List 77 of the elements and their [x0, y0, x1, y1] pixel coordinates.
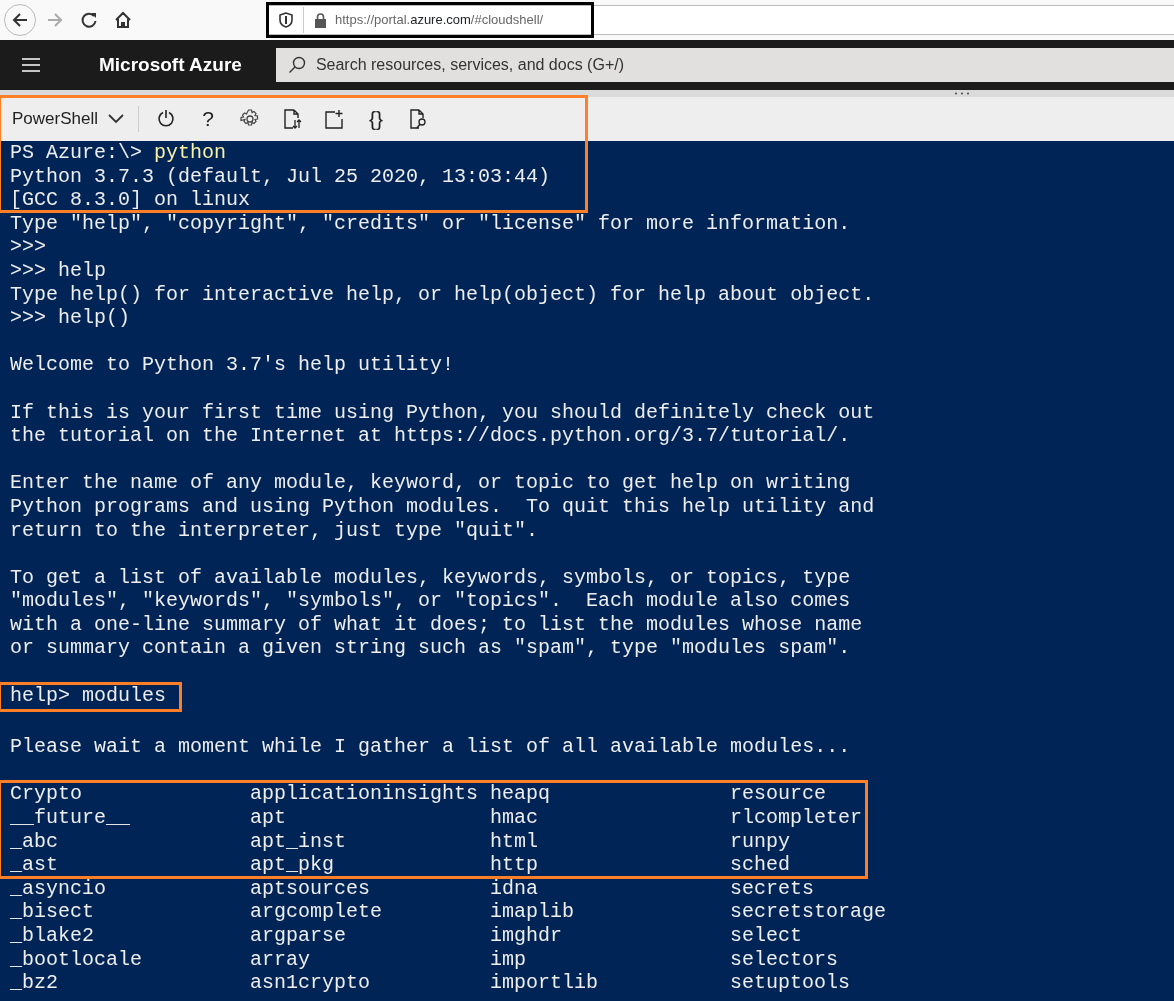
output-line: [GCC 8.3.0] on linux — [10, 188, 252, 212]
module-name: imaplib — [490, 900, 575, 924]
search-field[interactable]: Search resources, services, and docs (G+/) — [275, 48, 1174, 82]
portal-title: Microsoft Azure — [99, 52, 242, 77]
settings-icon — [240, 109, 260, 129]
module-name: selectors — [730, 947, 840, 972]
shell-selector[interactable]: PowerShell — [0, 102, 136, 136]
output-line: Type "help", "copyright", "credits" or "license" for more information. — [10, 211, 852, 236]
module-name: html — [490, 829, 539, 854]
shield-icon — [279, 12, 293, 28]
module-name: apt — [250, 806, 287, 830]
module-name: array — [250, 947, 311, 972]
module-name: hmac — [490, 806, 539, 830]
home-icon — [114, 11, 132, 29]
output-line: "modules", "keywords", "symbols", or "topics". Each module also comes — [10, 589, 852, 613]
module-name: select — [730, 924, 803, 948]
output-line: To get a list of available modules, keywords, symbols, or topics, type — [10, 565, 852, 590]
back-arrow-icon — [11, 11, 29, 29]
module-name: resource — [730, 782, 827, 807]
module-name: imp — [490, 947, 527, 972]
module-name: Crypto — [10, 782, 83, 807]
module-name: argcomplete — [250, 900, 384, 924]
output-line: Enter the name of any module, keyword, or topic to get help on writing — [10, 471, 852, 495]
url-field[interactable]: https://portal.azure.com/#cloudshell/ — [266, 2, 594, 38]
toolbar-button[interactable]: ? — [187, 102, 229, 136]
new-file-icon — [324, 109, 344, 129]
module-name: setuptools — [730, 971, 852, 995]
toolbar-button[interactable]: {} — [355, 102, 397, 136]
chevron-down-icon — [108, 114, 124, 124]
module-name: _bootlocale — [10, 947, 144, 972]
reload-icon — [80, 11, 98, 29]
lock-icon — [314, 12, 327, 28]
module-name: importlib — [490, 971, 600, 995]
file-transfer-icon — [282, 109, 302, 129]
resize-handle-icon — [954, 90, 970, 97]
output-line: If this is your first time using Python, you should definitely check out — [10, 400, 876, 425]
output-line: help> modules — [10, 683, 167, 708]
module-name: idna — [490, 876, 539, 901]
menu-icon — [21, 57, 41, 73]
output-line: Python 3.7.3 (default, Jul 25 2020, 13:03:44) — [10, 164, 552, 189]
output-line: Python programs and using Python modules. To quit this help utility and — [10, 494, 876, 519]
module-name: _asyncio — [10, 876, 107, 901]
output-line: the tutorial on the Internet at https://docs.python.org/3.7/tutorial/. — [10, 424, 852, 448]
prompt-line: PS Azure:\> python — [10, 141, 228, 165]
module-name: aptsources — [250, 876, 372, 901]
module-name: _ast — [10, 853, 59, 877]
module-name: sched — [730, 853, 791, 877]
module-name: runpy — [730, 829, 791, 854]
module-name: apt_pkg — [250, 853, 335, 877]
module-name: secrets — [730, 876, 815, 901]
output-line: Type help() for interactive help, or help(object) for help about object. — [10, 282, 876, 307]
module-name: apt_inst — [250, 829, 347, 854]
output-line: or summary contain a given string such as "spam", type "modules spam". — [10, 636, 852, 661]
module-name: _bisect — [10, 900, 95, 924]
module-name: __future__ — [10, 806, 132, 830]
module-name: http — [490, 853, 539, 877]
module-name: secretstorage — [730, 900, 888, 924]
module-name: asn1crypto — [250, 971, 372, 995]
module-name: applicationinsights — [250, 782, 480, 807]
module-name: imghdr — [490, 924, 563, 948]
output-line: with a one-line summary of what it does; to list the modules whose name — [10, 612, 864, 637]
module-name: _abc — [10, 829, 59, 854]
file-search-icon — [408, 109, 428, 129]
power-icon — [156, 109, 176, 129]
forward-arrow-icon — [46, 11, 64, 29]
module-name: _bz2 — [10, 971, 59, 995]
output-line: >>> — [10, 235, 47, 259]
module-name: heapq — [490, 782, 551, 807]
module-name: rlcompleter — [730, 806, 864, 830]
module-name: argparse — [250, 924, 347, 948]
output-line: >>> help — [10, 258, 107, 283]
url-text: https://portal.azure.com/#cloudshell/ — [335, 11, 544, 30]
module-name: _blake2 — [10, 924, 95, 948]
output-line: Please wait a moment while I gather a list of all available modules... — [10, 735, 852, 759]
output-line: Welcome to Python 3.7's help utility! — [10, 353, 456, 377]
output-line: >>> help() — [10, 306, 132, 330]
output-line: return to the interpreter, just type "quit". — [10, 518, 540, 543]
